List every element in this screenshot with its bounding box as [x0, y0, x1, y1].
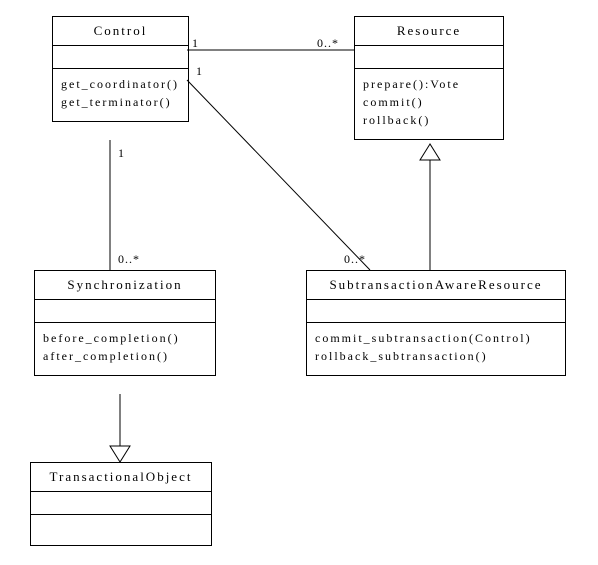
- class-operations: prepare():Vote commit() rollback(): [355, 69, 503, 139]
- class-operations: commit_subtransaction(Control) rollback_…: [307, 323, 565, 375]
- multiplicity: 1: [192, 36, 199, 51]
- operation: commit_subtransaction(Control): [315, 329, 557, 347]
- operation: get_terminator(): [61, 93, 180, 111]
- operation: rollback_subtransaction(): [315, 347, 557, 365]
- class-operations: [31, 515, 211, 545]
- operation: prepare():Vote: [363, 75, 495, 93]
- class-resource: Resource prepare():Vote commit() rollbac…: [354, 16, 504, 140]
- class-operations: get_coordinator() get_terminator(): [53, 69, 188, 121]
- multiplicity: 0..*: [317, 36, 339, 51]
- class-title: Resource: [355, 17, 503, 46]
- class-attributes: [31, 492, 211, 515]
- multiplicity: 1: [196, 64, 203, 79]
- operation: get_coordinator(): [61, 75, 180, 93]
- operation: rollback(): [363, 111, 495, 129]
- operation: before_completion(): [43, 329, 207, 347]
- uml-diagram: Control get_coordinator() get_terminator…: [0, 0, 598, 565]
- class-attributes: [35, 300, 215, 323]
- class-subtransaction-aware-resource: SubtransactionAwareResource commit_subtr…: [306, 270, 566, 376]
- class-title: Control: [53, 17, 188, 46]
- gen-subtx-resource-arrow: [420, 144, 440, 160]
- class-transactional-object: TransactionalObject: [30, 462, 212, 546]
- operation: commit(): [363, 93, 495, 111]
- class-attributes: [53, 46, 188, 69]
- operation: after_completion(): [43, 347, 207, 365]
- class-title: Synchronization: [35, 271, 215, 300]
- gen-sync-txobj-arrow: [110, 446, 130, 462]
- class-title: TransactionalObject: [31, 463, 211, 492]
- class-control: Control get_coordinator() get_terminator…: [52, 16, 189, 122]
- multiplicity: 0..*: [118, 252, 140, 267]
- class-attributes: [307, 300, 565, 323]
- class-synchronization: Synchronization before_completion() afte…: [34, 270, 216, 376]
- class-attributes: [355, 46, 503, 69]
- multiplicity: 0..*: [344, 252, 366, 267]
- class-operations: before_completion() after_completion(): [35, 323, 215, 375]
- multiplicity: 1: [118, 146, 125, 161]
- class-title: SubtransactionAwareResource: [307, 271, 565, 300]
- assoc-control-subtx: [187, 80, 370, 270]
